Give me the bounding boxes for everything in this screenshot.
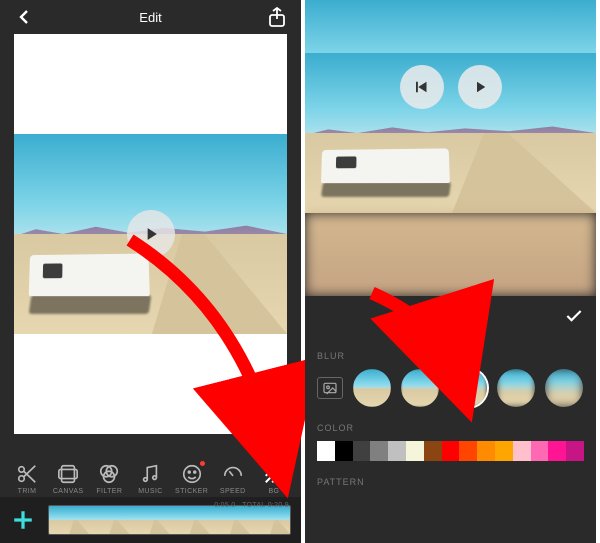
color-swatch-4[interactable]: [388, 441, 406, 461]
background-screen: Background BLUR COLOR PATTERN: [305, 0, 596, 543]
blur-row: [317, 369, 584, 407]
color-swatch-3[interactable]: [370, 441, 388, 461]
blur-option-4[interactable]: [545, 369, 583, 407]
header: Edit: [0, 0, 301, 34]
color-swatch-0[interactable]: [317, 441, 335, 461]
add-clip-button[interactable]: [8, 505, 38, 535]
color-swatch-11[interactable]: [513, 441, 531, 461]
bg-blur-top: [305, 0, 596, 53]
blur-option-1[interactable]: [401, 369, 439, 407]
tool-label: Music: [138, 488, 163, 495]
tool-sticker[interactable]: Sticker: [173, 463, 211, 495]
section-label-color: COLOR: [317, 423, 584, 433]
section-label-blur: BLUR: [317, 351, 584, 361]
color-swatch-10[interactable]: [495, 441, 513, 461]
filter-icon: [98, 463, 120, 485]
timeline: 0:05.0 TOTAL 0:20.9: [0, 497, 301, 543]
tool-canvas[interactable]: Canvas: [49, 463, 87, 495]
prev-button[interactable]: [400, 65, 444, 109]
scissors-icon: [16, 463, 38, 485]
section-label-pattern: PATTERN: [317, 477, 584, 487]
tool-music[interactable]: Music: [131, 463, 169, 495]
sticker-icon: [181, 463, 203, 485]
confirm-button[interactable]: [564, 306, 584, 331]
color-swatch-9[interactable]: [477, 441, 495, 461]
color-swatch-12[interactable]: [531, 441, 549, 461]
blur-option-3[interactable]: [497, 369, 535, 407]
tool-label: Trim: [18, 488, 37, 495]
edit-screen: Edit: [0, 0, 305, 543]
preview-canvas[interactable]: [14, 34, 287, 434]
blur-option-0[interactable]: [353, 369, 391, 407]
color-swatch-14[interactable]: [566, 441, 584, 461]
panel-title: Background: [337, 311, 564, 326]
canvas-icon: [57, 463, 79, 485]
blur-none-button[interactable]: [317, 377, 343, 399]
tool-label: BG: [268, 488, 279, 495]
color-swatch-6[interactable]: [424, 441, 442, 461]
export-button[interactable]: [265, 5, 289, 29]
toolbar: Trim Canvas Filter Music Sticker: [0, 463, 301, 495]
bg-blur-bottom: [305, 213, 596, 296]
timeline-strip[interactable]: [48, 505, 291, 535]
notification-badge: [200, 461, 205, 466]
tool-trim[interactable]: Trim: [8, 463, 46, 495]
color-swatch-8[interactable]: [459, 441, 477, 461]
preview-canvas[interactable]: [305, 0, 596, 296]
tool-speed[interactable]: Speed: [214, 463, 252, 495]
tool-label: Sticker: [175, 488, 208, 495]
tool-bg[interactable]: BG: [255, 463, 293, 495]
color-swatch-7[interactable]: [442, 441, 460, 461]
background-icon: [263, 463, 285, 485]
timeline-meta: 0:05.0 TOTAL 0:20.9: [214, 502, 289, 509]
tool-label: Speed: [220, 488, 246, 495]
color-row: [317, 441, 584, 461]
color-swatch-5[interactable]: [406, 441, 424, 461]
color-swatch-2[interactable]: [353, 441, 371, 461]
tool-filter[interactable]: Filter: [90, 463, 128, 495]
color-swatch-13[interactable]: [548, 441, 566, 461]
blur-option-2[interactable]: [449, 369, 487, 407]
page-title: Edit: [139, 10, 161, 25]
background-panel: Background BLUR COLOR PATTERN: [305, 296, 596, 543]
tool-label: Filter: [96, 488, 122, 495]
back-button[interactable]: [12, 5, 36, 29]
play-button[interactable]: [127, 210, 175, 258]
play-button[interactable]: [458, 65, 502, 109]
music-icon: [139, 463, 161, 485]
tool-label: Canvas: [53, 488, 84, 495]
speed-icon: [222, 463, 244, 485]
color-swatch-1[interactable]: [335, 441, 353, 461]
